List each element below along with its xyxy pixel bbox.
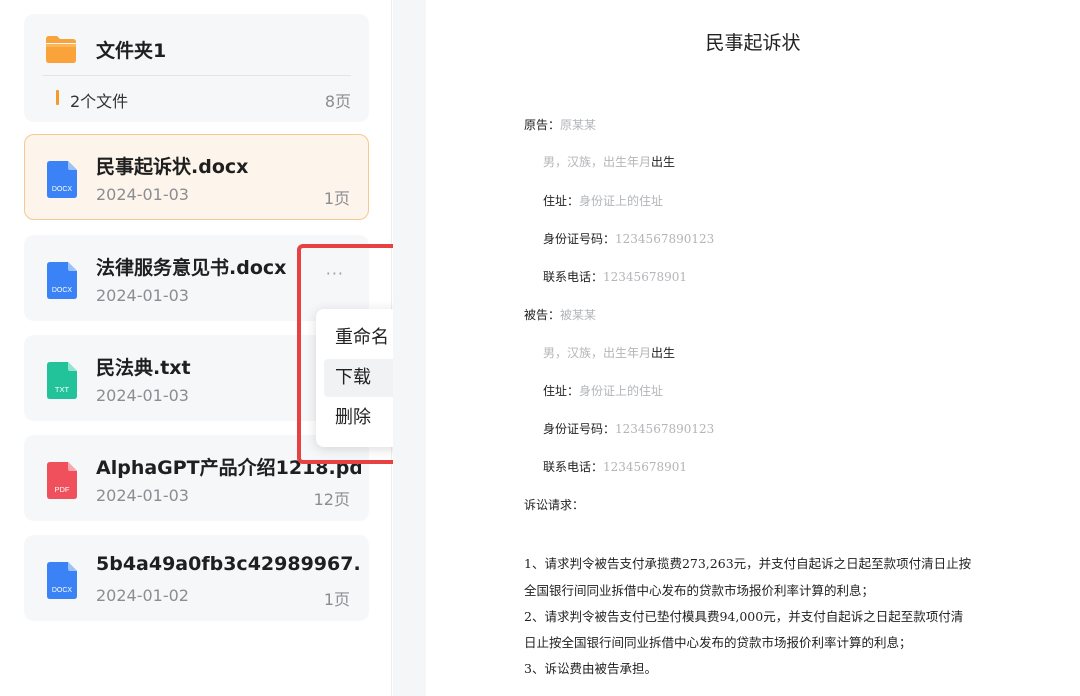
claim-line: 日止按全国银行间同业拆借中心发布的贷款市场报价利率计算的利息； [524, 635, 912, 650]
folder-page-count: 8页 [324, 92, 351, 111]
file-name: 法律服务意见书.docx [96, 257, 287, 279]
file-page-count: 12页 [313, 490, 350, 509]
plaintiff-line: 原告：原某某 [524, 118, 597, 132]
file-date: 2024-01-03 [96, 185, 189, 204]
plaintiff-phone-line: 联系电话：12345678901 [543, 270, 687, 284]
file-page-count: 1页 [323, 590, 350, 609]
svg-text:DOCX: DOCX [52, 287, 73, 294]
svg-text:TXT: TXT [55, 385, 70, 394]
file-date: 2024-01-02 [96, 586, 189, 605]
docx-file-icon: DOCX [47, 562, 77, 599]
folder-accent-bar [56, 90, 59, 105]
claims-label: 诉讼请求： [524, 498, 585, 512]
document-preview: 民事起诉状 原告：原某某 男，汉族，出生年月出生 住址：身份证上的住址 身份证号… [393, 0, 1080, 696]
svg-text:PDF: PDF [55, 485, 70, 494]
file-name: 民事起诉状.docx [96, 156, 249, 178]
file-item-civil-complaint[interactable]: DOCX 民事起诉状.docx 2024-01-03 1页 [24, 134, 369, 220]
pdf-file-icon: PDF [47, 462, 77, 499]
plaintiff-address-line: 住址：身份证上的住址 [543, 194, 664, 208]
file-name: 民法典.txt [96, 357, 191, 379]
defendant-phone-line: 联系电话：12345678901 [543, 460, 687, 474]
defendant-line: 被告：被某某 [524, 308, 597, 322]
txt-file-icon: TXT [47, 362, 77, 399]
folder-divider [42, 75, 351, 76]
svg-text:DOCX: DOCX [52, 186, 73, 193]
plaintiff-id-line: 身份证号码：1234567890123 [543, 232, 715, 246]
defendant-id-line: 身份证号码：1234567890123 [543, 422, 715, 436]
file-date: 2024-01-03 [96, 386, 189, 405]
document-title: 民事起诉状 [705, 32, 801, 54]
file-item-hash-docx[interactable]: DOCX 5b4a49a0fb3c42989967... 2024-01-02 … [24, 535, 369, 621]
folder-card[interactable]: 文件夹1 2个文件 8页 [24, 14, 369, 122]
defendant-info-line: 男，汉族，出生年月出生 [543, 346, 676, 360]
folder-name: 文件夹1 [96, 40, 167, 62]
file-date: 2024-01-03 [96, 286, 189, 305]
claim-line: 2、请求判令被告支付已垫付模具费94,000元，并支付自起诉之日起至款项付清 [524, 609, 964, 624]
defendant-address-line: 住址：身份证上的住址 [543, 384, 664, 398]
svg-text:DOCX: DOCX [52, 587, 73, 594]
file-name: 5b4a49a0fb3c42989967... [96, 553, 361, 575]
document-page: 民事起诉状 原告：原某某 男，汉族，出生年月出生 住址：身份证上的住址 身份证号… [426, 0, 1080, 696]
claim-line: 1、请求判令被告支付承揽费273,263元，并支付自起诉之日起至款项付清日止按 [524, 556, 972, 571]
claim-line: 3、诉讼费由被告承担。 [524, 661, 657, 676]
file-date: 2024-01-03 [96, 486, 189, 505]
file-page-count: 1页 [323, 189, 350, 208]
folder-icon [46, 36, 76, 63]
claim-line: 全国银行间同业拆借中心发布的贷款市场报价利率计算的利息； [524, 583, 875, 598]
docx-file-icon: DOCX [47, 262, 77, 299]
plaintiff-info-line: 男，汉族，出生年月出生 [543, 155, 676, 169]
docx-file-icon: DOCX [47, 161, 77, 198]
folder-file-count: 2个文件 [70, 92, 129, 111]
